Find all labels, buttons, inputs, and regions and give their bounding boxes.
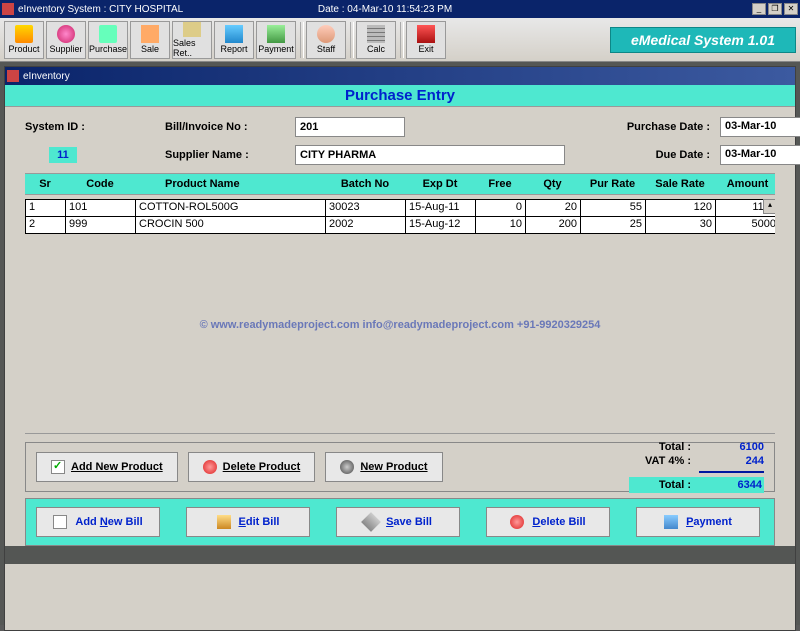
add-new-bill-button[interactable]: Add New Bill <box>36 507 160 537</box>
toolbar-report[interactable]: Report <box>214 21 254 59</box>
save-icon <box>361 512 381 532</box>
toolbar-sales-return[interactable]: Sales Ret.. <box>172 21 212 59</box>
check-icon <box>51 460 65 474</box>
col-free: Free <box>475 178 525 190</box>
bottom-strip <box>5 546 795 564</box>
add-new-product-button[interactable]: Add New Product <box>36 452 178 482</box>
sale-icon <box>141 25 159 43</box>
product-button-row: Add New Product Delete Product New Produ… <box>25 442 775 492</box>
payment-button[interactable]: Payment <box>636 507 760 537</box>
exit-icon <box>417 25 435 43</box>
due-date-value: 03-Mar-10 <box>721 146 800 164</box>
col-code: Code <box>65 178 135 190</box>
minimize-button[interactable]: _ <box>752 3 766 15</box>
toolbar-separator <box>350 22 354 58</box>
new-file-icon <box>53 515 67 529</box>
page-heading: Purchase Entry <box>5 85 795 107</box>
supplier-name-input[interactable] <box>295 145 565 165</box>
child-window-title: eInventory <box>23 71 70 82</box>
payment-icon <box>664 515 678 529</box>
totals-block: Total : 6100 VAT 4% : 244 Total : 6344 <box>629 441 764 493</box>
child-window-icon <box>7 70 19 82</box>
delete-product-button[interactable]: Delete Product <box>188 452 316 482</box>
grand-total-label: Total : <box>629 477 699 493</box>
bill-no-input[interactable] <box>295 117 405 137</box>
purchase-date-label: Purchase Date : <box>585 121 720 133</box>
toolbar-sale[interactable]: Sale <box>130 21 170 59</box>
purchase-icon <box>99 25 117 43</box>
toolbar-supplier[interactable]: Supplier <box>46 21 86 59</box>
table-row[interactable]: 1 101 COTTON-ROL500G 30023 15-Aug-11 0 2… <box>25 199 775 217</box>
edit-bill-button[interactable]: Edit Bill <box>186 507 310 537</box>
product-icon <box>15 25 33 43</box>
toolbar-calc[interactable]: Calc <box>356 21 396 59</box>
app-icon <box>2 3 14 15</box>
main-toolbar: Product Supplier Purchase Sale Sales Ret… <box>0 18 800 62</box>
supplier-name-label: Supplier Name : <box>165 149 295 161</box>
grid-scroll-up[interactable]: ▴ <box>763 199 775 214</box>
binoculars-icon <box>340 460 354 474</box>
total-label: Total : <box>629 441 699 453</box>
due-date-label: Due Date : <box>585 149 720 161</box>
system-id-value: 11 <box>49 147 77 163</box>
table-row[interactable]: 2 999 CROCIN 500 2002 15-Aug-12 10 200 2… <box>25 216 775 234</box>
bill-no-label: Bill/Invoice No : <box>165 121 295 133</box>
app-title: eInventory System : CITY HOSPITAL <box>18 4 312 15</box>
delete-bill-button[interactable]: Delete Bill <box>486 507 610 537</box>
watermark: © www.readymadeproject.com info@readymad… <box>25 319 775 331</box>
toolbar-separator <box>400 22 404 58</box>
toolbar-purchase[interactable]: Purchase <box>88 21 128 59</box>
app-datetime: Date : 04-Mar-10 11:54:23 PM <box>312 4 458 15</box>
purchase-entry-window: eInventory Purchase Entry System ID : Bi… <box>4 66 796 631</box>
staff-icon <box>317 25 335 43</box>
due-date-combo[interactable]: 03-Mar-10 ▼ <box>720 145 800 165</box>
total-value: 6100 <box>699 441 764 453</box>
delete-icon <box>203 460 217 474</box>
new-product-button[interactable]: New Product <box>325 452 442 482</box>
trash-icon <box>510 515 524 529</box>
toolbar-exit[interactable]: Exit <box>406 21 446 59</box>
toolbar-product[interactable]: Product <box>4 21 44 59</box>
salesret-icon <box>183 22 201 37</box>
payment-icon <box>267 25 285 43</box>
restore-button[interactable]: ❐ <box>768 3 782 15</box>
vat-label: VAT 4% : <box>629 455 699 467</box>
close-button[interactable]: ✕ <box>784 3 798 15</box>
purchase-date-value: 03-Mar-10 <box>721 118 800 136</box>
supplier-icon <box>57 25 75 43</box>
save-bill-button[interactable]: Save Bill <box>336 507 460 537</box>
col-qty: Qty <box>525 178 580 190</box>
grid-header: Sr Code Product Name Batch No Exp Dt Fre… <box>25 173 775 195</box>
toolbar-staff[interactable]: Staff <box>306 21 346 59</box>
main-button-row: Add New Bill Edit Bill Save Bill Delete … <box>25 498 775 546</box>
grid-body: 1 101 COTTON-ROL500G 30023 15-Aug-11 0 2… <box>25 199 775 434</box>
col-sr: Sr <box>25 178 65 190</box>
toolbar-payment[interactable]: Payment <box>256 21 296 59</box>
child-window-titlebar: eInventory <box>5 67 795 85</box>
col-amount: Amount <box>715 178 780 190</box>
calc-icon <box>367 25 385 43</box>
app-titlebar: eInventory System : CITY HOSPITAL Date :… <box>0 0 800 18</box>
edit-icon <box>217 515 231 529</box>
grand-total-value: 6344 <box>699 477 764 493</box>
entry-form: System ID : Bill/Invoice No : Purchase D… <box>5 107 795 173</box>
toolbar-separator <box>300 22 304 58</box>
col-product-name: Product Name <box>135 178 325 190</box>
col-batch: Batch No <box>325 178 405 190</box>
vat-value: 244 <box>699 455 764 467</box>
mdi-workspace: eInventory Purchase Entry System ID : Bi… <box>0 62 800 625</box>
col-exp: Exp Dt <box>405 178 475 190</box>
col-pur-rate: Pur Rate <box>580 178 645 190</box>
system-id-label: System ID : <box>25 121 165 133</box>
report-icon <box>225 25 243 43</box>
col-sale-rate: Sale Rate <box>645 178 715 190</box>
system-name-banner: eMedical System 1.01 <box>610 27 796 53</box>
purchase-date-combo[interactable]: 03-Mar-10 ▼ <box>720 117 800 137</box>
